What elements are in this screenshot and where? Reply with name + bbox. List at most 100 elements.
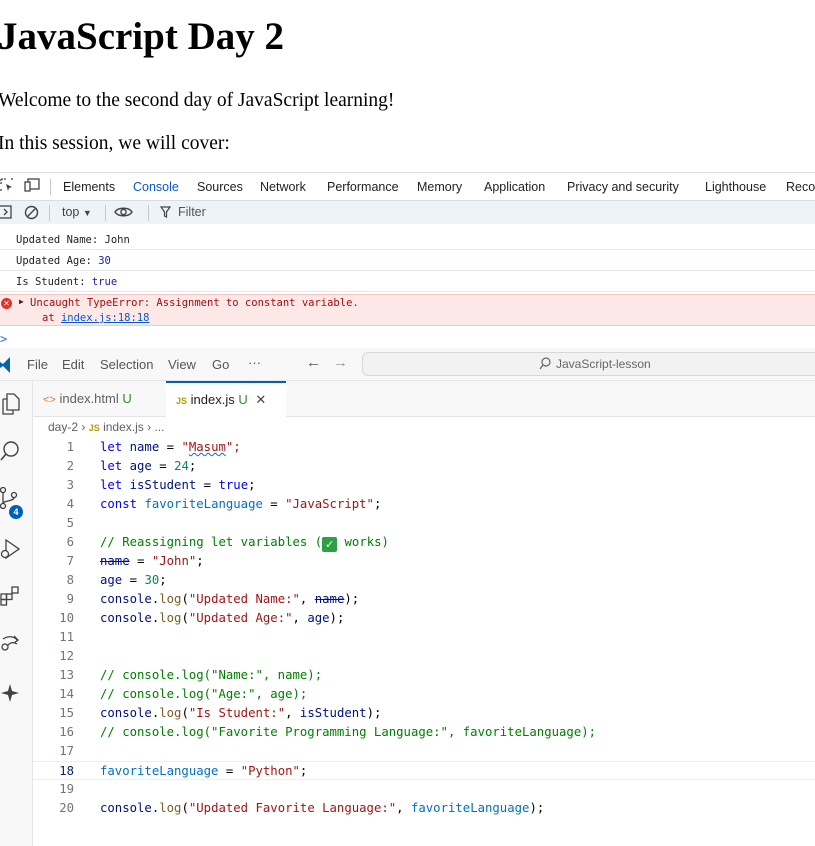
menu-file[interactable]: File <box>27 357 48 372</box>
code-text: // console.log("Name:", name); <box>100 668 323 682</box>
code-line[interactable]: 14 // console.log("Age:", age); <box>33 685 815 704</box>
remote-share-icon[interactable] <box>0 631 22 653</box>
tab-file-name: index.js <box>190 392 235 407</box>
line-number: 18 <box>59 764 74 778</box>
line-number: 20 <box>59 801 74 815</box>
code-line[interactable]: 20 console.log("Updated Favorite Language… <box>33 799 815 818</box>
code-line[interactable]: 13 // console.log("Name:", name); <box>33 666 815 685</box>
line-number: 6 <box>66 535 74 549</box>
back-arrow-icon[interactable]: ← <box>306 354 321 371</box>
error-icon: ✕ <box>1 298 12 309</box>
code-line[interactable]: 11 <box>33 628 815 647</box>
line-number: 12 <box>59 649 74 663</box>
code-line[interactable]: 10 console.log("Updated Age:", age); <box>33 609 815 628</box>
code-line[interactable]: 9 console.log("Updated Name:", name); <box>33 590 815 609</box>
html-file-icon: <> <box>43 394 56 406</box>
tab-elements[interactable]: Elements <box>63 180 115 194</box>
check-mark-emoji: ✓ <box>322 537 338 552</box>
untracked-status: U <box>238 392 248 407</box>
vscode-logo-icon <box>0 357 10 376</box>
code-text: console.log("Is Student:", isStudent); <box>100 706 382 720</box>
search-view-icon[interactable] <box>0 440 20 462</box>
menu-edit[interactable]: Edit <box>62 357 84 372</box>
device-toolbar-icon[interactable] <box>24 178 40 195</box>
close-tab-icon[interactable]: ✕ <box>255 392 266 407</box>
run-debug-icon[interactable] <box>0 538 20 560</box>
tab-network[interactable]: Network <box>260 180 306 194</box>
js-file-icon: JS <box>88 423 100 433</box>
tab-performance[interactable]: Performance <box>327 180 399 194</box>
session-paragraph: In this session, we will cover: <box>0 133 230 154</box>
breadcrumb-file[interactable]: index.js <box>103 420 144 434</box>
line-number: 8 <box>66 573 74 587</box>
sidebar-toggle-icon[interactable] <box>0 205 12 222</box>
expand-triangle-icon[interactable]: ▶ <box>19 297 24 306</box>
code-text: console.log("Updated Age:", age); <box>100 611 345 625</box>
tab-index-html[interactable]: <> index.html U <box>33 381 166 417</box>
console-error-row: ✕ ▶ Uncaught TypeError: Assignment to co… <box>0 294 815 326</box>
tab-application[interactable]: Application <box>484 180 545 194</box>
log-value: true <box>91 276 118 288</box>
tab-index-js[interactable]: JS index.js U ✕ <box>166 381 286 417</box>
inspect-element-icon[interactable] <box>0 178 14 195</box>
page-heading: JavaScript Day 2 <box>0 15 284 58</box>
clear-console-icon[interactable] <box>24 205 39 223</box>
menu-view[interactable]: View <box>168 357 196 372</box>
filter-icon <box>159 206 172 221</box>
command-center-search[interactable]: JavaScript-lesson <box>362 352 815 376</box>
tab-lighthouse[interactable]: Lighthouse <box>705 180 766 194</box>
code-text: favoriteLanguage = "Python"; <box>100 764 308 778</box>
code-line[interactable]: 5 <box>33 514 815 533</box>
tab-recorder[interactable]: Recorder <box>786 180 815 194</box>
console-prompt[interactable]: > <box>0 332 7 346</box>
devtools-tab-bar: Elements Console Sources Network Perform… <box>0 172 815 201</box>
breadcrumb-folder[interactable]: day-2 <box>48 420 78 434</box>
code-text: name = "John"; <box>100 554 204 568</box>
breadcrumb-separator-icon: › <box>81 420 86 434</box>
line-number: 11 <box>59 630 74 644</box>
code-line[interactable]: 17 <box>33 742 815 761</box>
code-line[interactable]: 19 <box>33 780 815 799</box>
line-number: 17 <box>59 744 74 758</box>
code-line[interactable]: 6 // Reassigning let variables (✓ works) <box>33 533 815 552</box>
code-line[interactable]: 1 let name = "Masum"; <box>33 438 815 457</box>
code-line[interactable]: 4 const favoriteLanguage = "JavaScript"; <box>33 495 815 514</box>
code-line[interactable]: 7 name = "John"; <box>33 552 815 571</box>
code-line[interactable]: 2 let age = 24; <box>33 457 815 476</box>
code-line[interactable]: 3 let isStudent = true; <box>33 476 815 495</box>
line-number: 15 <box>59 706 74 720</box>
js-file-icon: JS <box>176 396 188 406</box>
code-line[interactable]: 18 favoriteLanguage = "Python"; <box>33 761 815 780</box>
forward-arrow-icon[interactable]: → <box>333 354 348 371</box>
code-text: console.log("Updated Favorite Language:"… <box>100 801 545 815</box>
line-number: 10 <box>59 611 74 625</box>
context-selector[interactable]: top ▼ <box>62 205 92 219</box>
code-line[interactable]: 8 age = 30; <box>33 571 815 590</box>
code-line[interactable]: 15 console.log("Is Student:", isStudent); <box>33 704 815 723</box>
live-expression-eye-icon[interactable] <box>114 204 133 223</box>
untracked-status: U <box>122 391 132 406</box>
explorer-icon[interactable] <box>2 393 20 415</box>
menu-selection[interactable]: Selection <box>100 357 153 372</box>
vscode-title-bar: File Edit Selection View Go ··· ← → Java… <box>0 348 815 381</box>
activity-bar: 4 <box>0 381 33 846</box>
code-line[interactable]: 12 <box>33 647 815 666</box>
line-number: 1 <box>66 440 74 454</box>
more-menu-icon[interactable]: ··· <box>248 355 261 370</box>
code-editor[interactable]: 1 let name = "Masum"; 2 let age = 24; 3 let i… <box>33 438 815 846</box>
extensions-icon[interactable] <box>0 586 20 606</box>
tab-console[interactable]: Console <box>133 180 179 194</box>
error-source-link[interactable]: index.js:18:18 <box>61 312 150 324</box>
breadcrumb-more[interactable]: ... <box>154 420 164 434</box>
console-log-row: Updated Name: John <box>0 229 815 250</box>
code-line[interactable]: 16 // console.log("Favorite Programming L… <box>33 723 815 742</box>
copilot-sparkle-icon[interactable] <box>0 683 20 703</box>
editor-tab-bar: <> index.html U JS index.js U ✕ <box>33 381 815 417</box>
menu-go[interactable]: Go <box>212 357 229 372</box>
tab-privacy-security[interactable]: Privacy and security <box>567 180 679 194</box>
line-number: 13 <box>59 668 74 682</box>
tab-memory[interactable]: Memory <box>417 180 462 194</box>
tab-sources[interactable]: Sources <box>197 180 243 194</box>
filter-input[interactable]: Filter <box>178 205 206 219</box>
code-text: // console.log("Age:", age); <box>100 687 308 701</box>
